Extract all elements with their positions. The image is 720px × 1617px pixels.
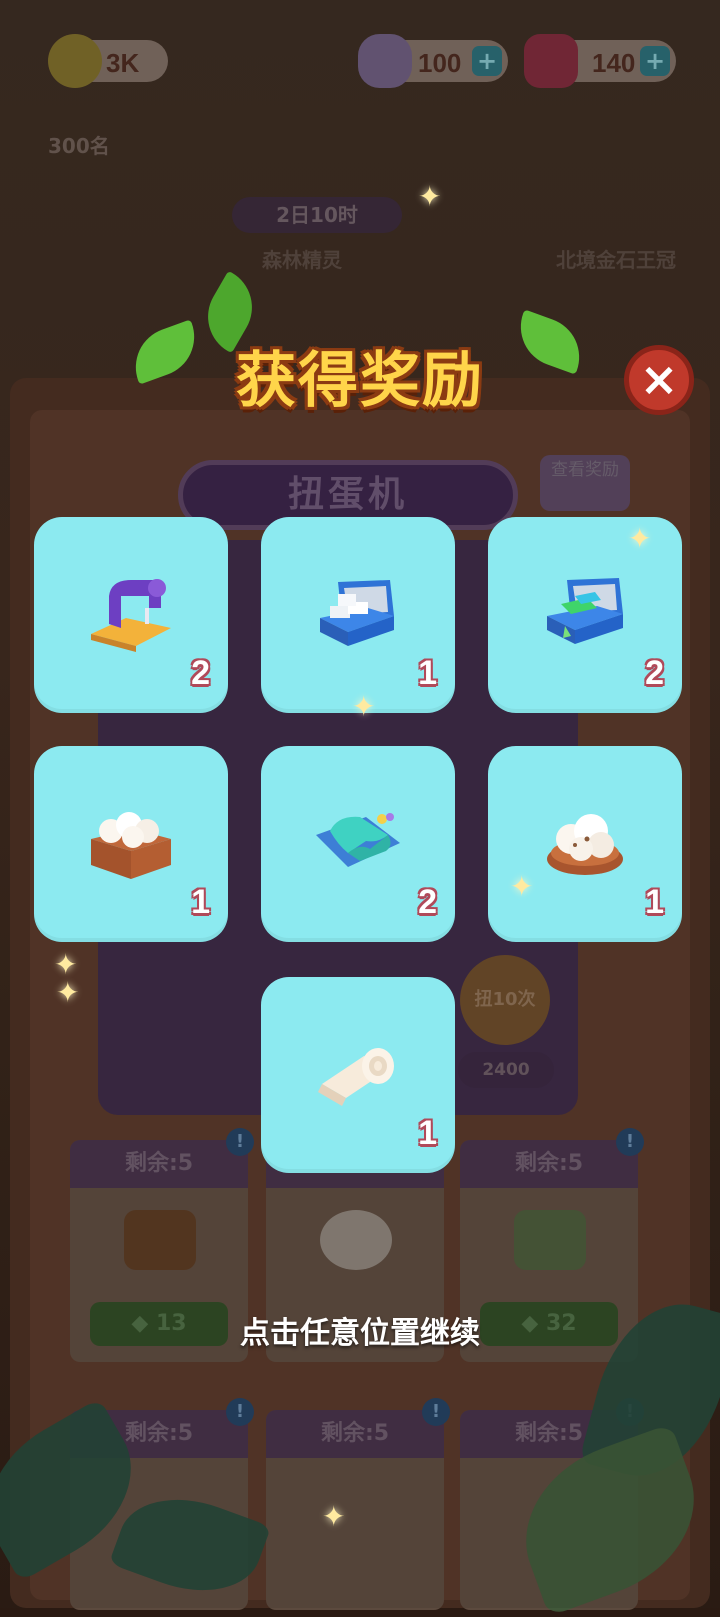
cotton-crate-icon: [91, 812, 171, 880]
sparkle-icon: ✦: [352, 690, 376, 723]
reward-card: 1: [488, 746, 682, 942]
sparkle-icon: ✦: [628, 522, 652, 555]
reward-card: 1: [34, 746, 228, 942]
reward-card: 2: [34, 517, 228, 713]
reward-quantity: 2: [418, 883, 437, 921]
reward-card: 1: [261, 977, 455, 1173]
fabric-cloth-icon: [316, 813, 400, 868]
cotton-bowl-icon: [547, 814, 623, 876]
sewing-machine-icon: [91, 579, 171, 653]
sparkle-icon: ✦: [510, 870, 534, 903]
reward-quantity: 1: [418, 654, 437, 692]
gem-toolbox-icon: [547, 578, 623, 645]
reward-card: 2: [488, 517, 682, 713]
reward-card: 2: [261, 746, 455, 942]
close-button[interactable]: ×: [624, 345, 694, 415]
reward-card: 1: [261, 517, 455, 713]
reward-quantity: 2: [191, 654, 210, 692]
sparkle-icon: ✦: [56, 976, 80, 1009]
reward-title-banner: 获得奖励: [124, 270, 591, 420]
marble-toolbox-icon: [320, 580, 394, 647]
towel-roll-icon: [318, 1048, 394, 1107]
tap-to-continue[interactable]: 点击任意位置继续: [0, 1308, 720, 1352]
sparkle-icon: ✦: [418, 180, 442, 213]
reward-title: 获得奖励: [236, 347, 484, 414]
reward-quantity: 1: [191, 883, 210, 921]
reward-quantity: 1: [645, 883, 664, 921]
reward-quantity: 2: [645, 654, 664, 692]
reward-quantity: 1: [418, 1114, 437, 1152]
sparkle-icon: ✦: [322, 1500, 346, 1533]
